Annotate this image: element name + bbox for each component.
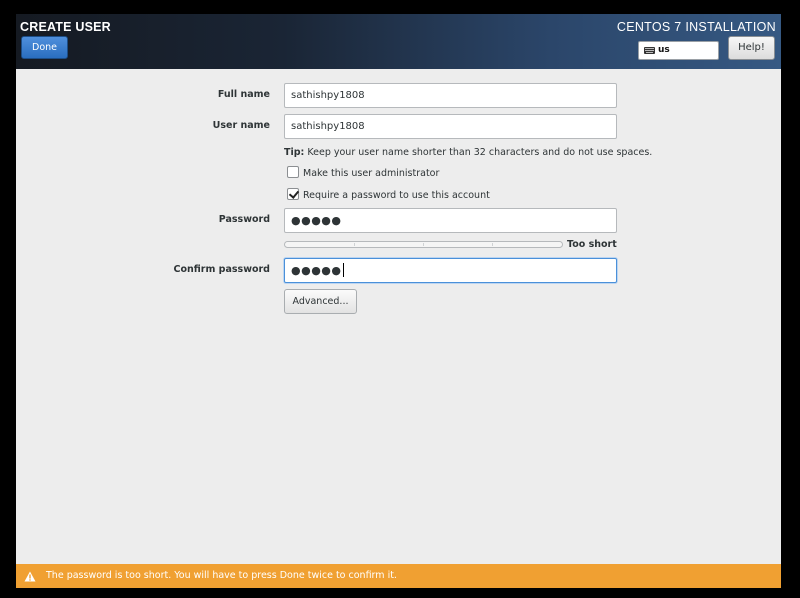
strength-segment-divider [354, 243, 355, 246]
strength-segment-divider [423, 243, 424, 246]
help-button[interactable]: Help! [728, 36, 775, 60]
warning-bar: The password is too short. You will have… [16, 564, 781, 588]
confirm-password-masked-value: ●●●●● [291, 264, 342, 277]
advanced-button[interactable]: Advanced... [284, 289, 357, 314]
confirm-password-field[interactable]: ●●●●● [284, 258, 617, 283]
password-label: Password [218, 214, 270, 225]
done-button[interactable]: Done [21, 36, 68, 59]
require-password-checkbox-label[interactable]: Require a password to use this account [303, 190, 490, 201]
full-name-field[interactable]: sathishpy1808 [284, 83, 617, 108]
username-tip: Tip: Keep your user name shorter than 32… [284, 147, 652, 158]
page-title: CREATE USER [20, 20, 111, 34]
admin-checkbox-label[interactable]: Make this user administrator [303, 168, 439, 179]
tip-prefix: Tip: [284, 147, 305, 158]
create-user-window: CREATE USER Done CENTOS 7 INSTALLATION u… [16, 14, 781, 588]
keyboard-icon [644, 47, 655, 54]
header-bar: CREATE USER Done CENTOS 7 INSTALLATION u… [16, 14, 781, 69]
tip-text: Keep your user name shorter than 32 char… [307, 147, 653, 158]
installation-title: CENTOS 7 INSTALLATION [616, 20, 776, 34]
require-password-checkbox-row[interactable]: Require a password to use this account [287, 188, 490, 201]
text-cursor [342, 263, 344, 277]
keyboard-layout-label: us [658, 45, 670, 55]
admin-checkbox[interactable] [287, 166, 299, 178]
warning-triangle-icon [24, 571, 36, 582]
warning-message: The password is too short. You will have… [46, 570, 397, 581]
password-strength-meter [284, 241, 563, 248]
admin-checkbox-row[interactable]: Make this user administrator [287, 166, 439, 179]
strength-segment-divider [492, 243, 493, 246]
user-name-field[interactable]: sathishpy1808 [284, 114, 617, 139]
keyboard-layout-indicator[interactable]: us [638, 41, 719, 60]
password-masked-value: ●●●●● [291, 214, 342, 227]
confirm-password-label: Confirm password [173, 264, 270, 275]
password-field[interactable]: ●●●●● [284, 208, 617, 233]
user-name-label: User name [212, 120, 270, 131]
password-strength-label: Too short [567, 239, 617, 250]
require-password-checkbox[interactable] [287, 188, 299, 200]
full-name-label: Full name [217, 89, 270, 100]
